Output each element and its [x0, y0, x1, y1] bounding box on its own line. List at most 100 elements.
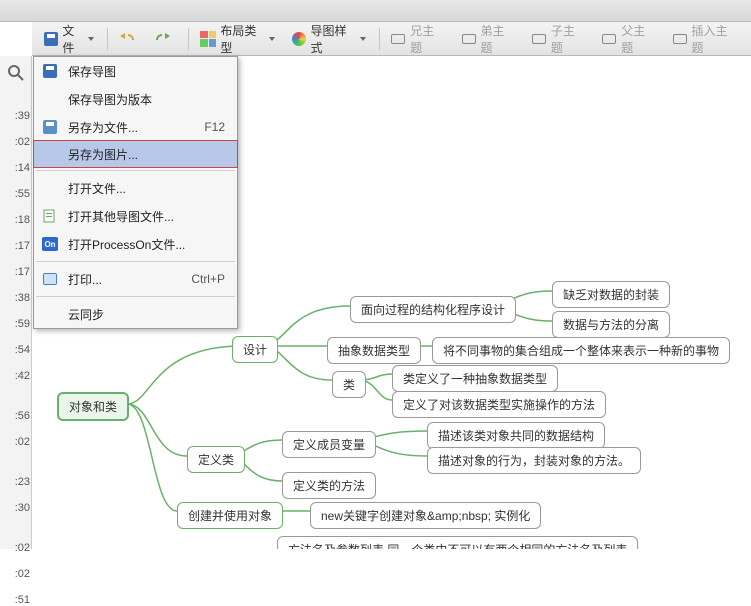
menu-divider — [36, 296, 235, 297]
mindmap-node[interactable]: 定义成员变量 — [282, 431, 376, 458]
child-topic-button[interactable]: 子主题 — [524, 26, 592, 52]
main-toolbar: 文件 布局类型 导图样式 兄主题 弟主题 子主题 父主题 插入主题 — [32, 22, 751, 56]
mindmap-node[interactable]: 类定义了一种抽象数据类型 — [392, 365, 558, 392]
menu-open-processon[interactable]: On 打开ProcessOn文件... — [34, 230, 237, 258]
save-as-icon — [43, 120, 57, 134]
mindmap-node[interactable]: 抽象数据类型 — [327, 337, 421, 364]
file-menu-button[interactable]: 文件 — [36, 26, 101, 52]
menu-label: 云同步 — [68, 306, 229, 323]
brother-topic-button[interactable]: 弟主题 — [454, 26, 522, 52]
menu-label: 另存为文件... — [68, 119, 204, 136]
menu-label: 打开其他导图文件... — [68, 208, 229, 225]
time-entry: :02 — [2, 136, 30, 148]
mindmap-node[interactable]: 面向过程的结构化程序设计 — [350, 296, 516, 323]
brother-label: 弟主题 — [481, 22, 516, 56]
time-entry: :17 — [2, 266, 30, 278]
node-icon — [462, 34, 476, 44]
parent-topic-button[interactable]: 父主题 — [595, 26, 663, 52]
time-entry: :54 — [2, 344, 30, 356]
sibling-label: 兄主题 — [410, 22, 445, 56]
layout-type-button[interactable]: 布局类型 — [193, 26, 282, 52]
menu-label: 另存为图片... — [68, 146, 229, 163]
time-entry: :17 — [2, 240, 30, 252]
print-icon — [43, 273, 57, 285]
menu-open-other[interactable]: 打开其他导图文件... — [34, 202, 237, 230]
time-entry: :39 — [2, 110, 30, 122]
menu-print[interactable]: 打印... Ctrl+P — [34, 265, 237, 293]
time-entry: :56 — [2, 410, 30, 422]
insert-label: 插入主题 — [692, 22, 738, 56]
mindmap-node[interactable]: 描述对象的行为，封装对象的方法。 — [427, 447, 641, 474]
mindmap-node[interactable]: 缺乏对数据的封装 — [552, 281, 670, 308]
mindmap-node[interactable]: 定义了对该数据类型实施操作的方法 — [392, 391, 606, 418]
window-titlebar — [0, 0, 751, 22]
menu-cloud-sync[interactable]: 云同步 — [34, 300, 237, 328]
time-column: :39 :02 :14 :55 :18 :17 :17 :38 :59 :54 … — [2, 110, 30, 606]
menu-shortcut: Ctrl+P — [191, 272, 225, 286]
time-entry: :59 — [2, 318, 30, 330]
time-entry: :51 — [2, 594, 30, 606]
node-icon — [602, 34, 616, 44]
mindmap-node[interactable]: 定义类的方法 — [282, 472, 376, 499]
time-entry: :30 — [2, 502, 30, 514]
separator — [188, 28, 189, 50]
mindmap-node[interactable]: 类 — [332, 371, 366, 398]
file-icon — [42, 208, 58, 224]
node-icon — [532, 34, 546, 44]
time-entry: :18 — [2, 214, 30, 226]
chevron-down-icon — [360, 37, 366, 41]
menu-open-file[interactable]: 打开文件... — [34, 174, 237, 202]
menu-label: 保存导图为版本 — [68, 91, 229, 108]
parent-label: 父主题 — [621, 22, 656, 56]
time-entry: :55 — [2, 188, 30, 200]
menu-label: 保存导图 — [68, 63, 229, 80]
file-label: 文件 — [62, 22, 85, 56]
time-entry: :02 — [2, 568, 30, 580]
search-icon[interactable] — [7, 64, 25, 82]
mindmap-node-root[interactable]: 对象和类 — [57, 392, 129, 421]
mindmap-node[interactable]: 数据与方法的分离 — [552, 311, 670, 338]
time-entry: :42 — [2, 370, 30, 382]
mindmap-node[interactable]: new关键字创建对象&amp;nbsp; 实例化 — [310, 502, 541, 529]
layout-label: 布局类型 — [220, 22, 266, 56]
mindmap-node[interactable]: 方法名及参数列表 同一个类中不可以有两个相同的方法名及列表 — [277, 536, 638, 549]
file-dropdown-menu: 保存导图 保存导图为版本 另存为文件... F12 另存为图片... 打开文件.… — [33, 56, 238, 329]
menu-label: 打开ProcessOn文件... — [68, 236, 229, 253]
layout-icon — [200, 31, 216, 47]
map-style-button[interactable]: 导图样式 — [284, 26, 373, 52]
menu-save-as-file[interactable]: 另存为文件... F12 — [34, 113, 237, 141]
menu-save-as-image[interactable]: 另存为图片... — [33, 140, 238, 168]
style-label: 导图样式 — [310, 22, 356, 56]
redo-icon — [155, 31, 171, 47]
time-entry: :14 — [2, 162, 30, 174]
insert-topic-button[interactable]: 插入主题 — [665, 26, 745, 52]
menu-save[interactable]: 保存导图 — [34, 57, 237, 85]
sibling-topic-button[interactable]: 兄主题 — [384, 26, 452, 52]
mindmap-node[interactable]: 设计 — [232, 336, 278, 363]
time-entry: :23 — [2, 476, 30, 488]
processon-icon: On — [42, 237, 58, 251]
chevron-down-icon — [269, 37, 275, 41]
menu-divider — [36, 170, 235, 171]
mindmap-node[interactable]: 将不同事物的集合组成一个整体来表示一种新的事物 — [432, 337, 730, 364]
chevron-down-icon — [88, 37, 94, 41]
separator — [107, 28, 108, 50]
style-icon — [292, 32, 306, 46]
time-entry: :02 — [2, 542, 30, 554]
menu-shortcut: F12 — [204, 120, 225, 134]
undo-icon — [119, 31, 135, 47]
mindmap-node[interactable]: 定义类 — [187, 446, 245, 473]
menu-save-version[interactable]: 保存导图为版本 — [34, 85, 237, 113]
time-entry: :02 — [2, 436, 30, 448]
save-icon — [43, 64, 57, 78]
mindmap-node[interactable]: 创建并使用对象 — [177, 502, 283, 529]
node-icon — [673, 34, 687, 44]
node-icon — [391, 34, 405, 44]
mindmap-node[interactable]: 描述该类对象共同的数据结构 — [427, 422, 605, 449]
undo-button[interactable] — [112, 26, 146, 52]
menu-label: 打印... — [68, 271, 191, 288]
menu-label: 打开文件... — [68, 180, 229, 197]
redo-button[interactable] — [148, 26, 182, 52]
menu-divider — [36, 261, 235, 262]
separator — [379, 28, 380, 50]
